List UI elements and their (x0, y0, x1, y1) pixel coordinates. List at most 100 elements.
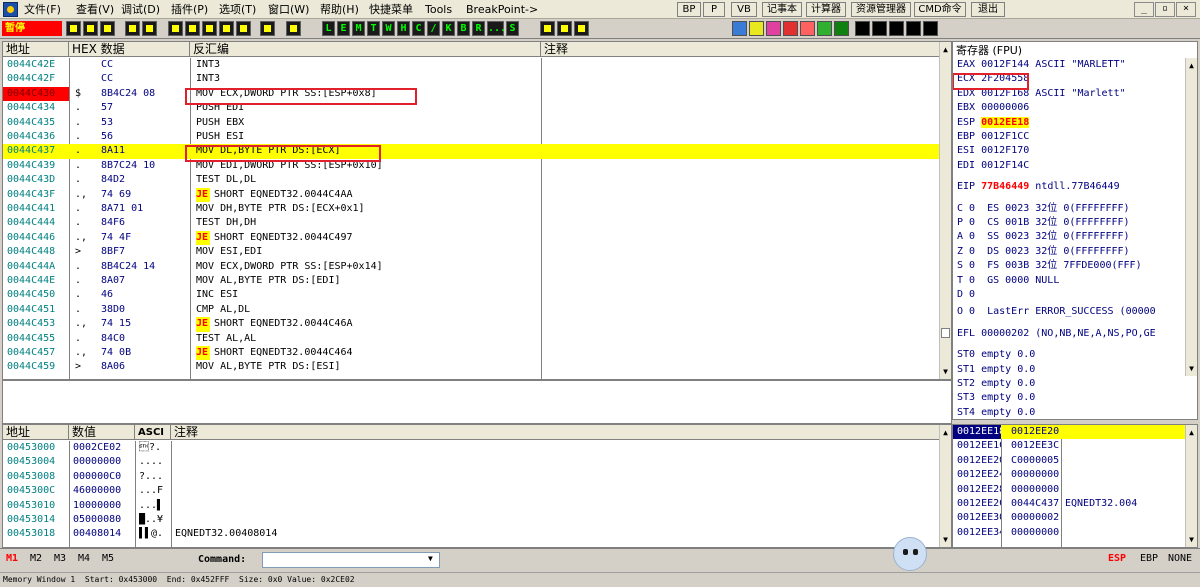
mem-column-ascii[interactable]: ASCI (135, 425, 171, 440)
scroll-down-icon[interactable]: ▼ (940, 366, 951, 377)
plugin-dkgreen-icon[interactable] (834, 21, 849, 36)
stack-scrollbar[interactable]: ▲ ▼ (1185, 425, 1197, 547)
execute-till-return-icon[interactable] (236, 21, 251, 36)
flag-row[interactable]: O 0 LastErr ERROR_SUCCESS (00000 (957, 305, 1197, 319)
stack-scroll-up-icon[interactable]: ▲ (1186, 427, 1197, 438)
pause-icon[interactable] (142, 21, 157, 36)
fpu-row[interactable]: ST2 empty 0.0 (957, 377, 1197, 391)
stack-row[interactable]: 0012EE34 00000000 (953, 526, 1185, 540)
toolbar-source-button[interactable]: S (506, 21, 519, 36)
memory-row[interactable]: 00453014 05000080 █..¥ (3, 513, 939, 527)
bp-button[interactable]: BP (677, 2, 701, 17)
calculator-button[interactable]: 计算器 (806, 2, 846, 17)
plugin-red-icon[interactable] (783, 21, 798, 36)
m2-button[interactable]: M2 (30, 553, 42, 564)
m1-button[interactable]: M1 (6, 553, 18, 564)
plugin-black1-icon[interactable] (855, 21, 870, 36)
m5-button[interactable]: M5 (102, 553, 114, 564)
plugin-black2-icon[interactable] (872, 21, 887, 36)
menu-tools[interactable]: Tools (425, 0, 452, 19)
plugin-blue-icon[interactable] (732, 21, 747, 36)
memory-row[interactable]: 00453008 000000C0?... (3, 470, 939, 484)
ebp-button[interactable]: EBP (1140, 553, 1158, 564)
menu-options[interactable]: 选项(T) (219, 0, 256, 19)
step-over-icon[interactable] (185, 21, 200, 36)
memory-row[interactable]: 00453010 10000000 ...▌ (3, 499, 939, 513)
disasm-row[interactable]: 0044C439. 8B7C24 10 MOV EDI,DWORD PTR SS:[… (3, 159, 939, 173)
menu-help[interactable]: 帮助(H) (320, 0, 359, 19)
register-eax[interactable]: EAX 0012F144 ASCII "MARLETT" (957, 58, 1197, 72)
goto-icon[interactable] (260, 21, 275, 36)
disasm-row[interactable]: 0044C450. 46 INC ESI (3, 288, 939, 302)
fpu-row[interactable]: ST0 empty 0.0 (957, 348, 1197, 362)
appearance-icon[interactable] (557, 21, 572, 36)
command-dropdown-icon[interactable]: ▼ (428, 554, 433, 563)
flag-row[interactable]: T 0 GS 0000 NULL (957, 274, 1197, 288)
toolbar-patches-button[interactable]: / (427, 21, 440, 36)
toolbar-threads-button[interactable]: T (367, 21, 380, 36)
menu-plugins[interactable]: 插件(P) (171, 0, 208, 19)
plugin-magenta-icon[interactable] (766, 21, 781, 36)
disasm-row[interactable]: 0044C451. 38D0 CMP AL,DL (3, 303, 939, 317)
menu-file[interactable]: 文件(F) (24, 0, 61, 19)
restore-icon[interactable]: ▫ (1155, 2, 1175, 17)
memory-scrollbar[interactable]: ▲ ▼ (939, 425, 951, 547)
flag-row[interactable]: P 0 CS 001B 32位 0(FFFFFFFF) (957, 216, 1197, 230)
register-value[interactable]: 0012F144 (981, 59, 1029, 70)
disasm-row[interactable]: 0044C448 >8BF7 MOV ESI,EDI (3, 245, 939, 259)
menu-breakpoint[interactable]: BreakPoint-> (466, 0, 538, 19)
stack-row[interactable]: 0012EE2C 0044C437 EQNEDT32.004 (953, 497, 1185, 511)
register-esi[interactable]: ESI 0012F170 (957, 144, 1197, 158)
disasm-row[interactable]: 0044C434. 57 PUSH EDI (3, 101, 939, 115)
disasm-row[interactable]: 0044C446., 74 4F JE SHORT EQNEDT32.0044C49… (3, 230, 939, 246)
plugin-black5-icon[interactable] (923, 21, 938, 36)
exit-button[interactable]: 退出 (971, 2, 1005, 17)
toolbar-handles-button[interactable]: H (397, 21, 410, 36)
disasm-row[interactable]: 0044C457., 74 0B JE SHORT EQNEDT32.0044C46… (3, 346, 939, 361)
rewind-icon[interactable] (83, 21, 98, 36)
menu-view[interactable]: 查看(V) (76, 0, 114, 19)
column-hex[interactable]: HEX 数据 (69, 42, 190, 57)
stack-scroll-down-icon[interactable]: ▼ (1186, 534, 1197, 545)
memory-row[interactable]: 0045300C 46000000 ...F (3, 484, 939, 498)
efl-row[interactable]: EFL 00000202 (NO,NB,NE,A,NS,PO,GE (957, 327, 1197, 341)
mem-scroll-down-icon[interactable]: ▼ (940, 534, 951, 545)
menu-quick[interactable]: 快捷菜单 (369, 0, 413, 19)
register-esp[interactable]: ESP 0012EE18 (957, 116, 1197, 130)
disasm-row[interactable]: 0044C44A. 8B4C24 14 MOV ECX,DWORD PTR SS:[… (3, 260, 939, 274)
scrollbar-thumb[interactable] (941, 328, 950, 338)
vb-button[interactable]: VB (731, 2, 757, 17)
disasm-row[interactable]: 0044C437. 8A11 MOV DL,BYTE PTR DS:[ECX] (3, 144, 939, 159)
disasm-row[interactable]: 0044C44E. 8A07 MOV AL,BYTE PTR DS:[EDI] (3, 274, 939, 288)
disasm-row[interactable]: 0044C459 >8A06 MOV AL,BYTE PTR DS:[ESI] (3, 360, 939, 374)
minimize-icon[interactable]: _ (1134, 2, 1154, 17)
run-icon[interactable] (125, 21, 140, 36)
flag-row[interactable]: Z 0 DS 0023 32位 0(FFFFFFFF) (957, 245, 1197, 259)
toolbar-callstack-button[interactable]: K (442, 21, 455, 36)
mem-column-comment[interactable]: 注释 (171, 425, 939, 440)
disasm-row[interactable]: 0044C453., 74 15 JE SHORT EQNEDT32.0044C46… (3, 317, 939, 332)
disasm-row[interactable]: 0044C42E CC INT3 (3, 58, 939, 72)
step-into-icon[interactable] (168, 21, 183, 36)
fpu-row[interactable]: ST3 empty 0.0 (957, 391, 1197, 405)
toolbar-cpu-button[interactable]: C (412, 21, 425, 36)
fpu-row[interactable]: ST1 empty 0.0 (957, 363, 1197, 377)
toolbar-runtrace-button[interactable]: ... (487, 21, 506, 36)
explorer-button[interactable]: 资源管理器 (851, 2, 911, 17)
stack-row[interactable]: 0012EE28 00000000 (953, 483, 1185, 497)
trace-into-icon[interactable] (202, 21, 217, 36)
disasm-row[interactable]: 0044C43D. 84D2 TEST DL,DL (3, 173, 939, 187)
register-value[interactable]: 0012F1CC (981, 131, 1029, 142)
disassembly-scrollbar[interactable]: ▲ ▼ (939, 42, 951, 379)
close-process-icon[interactable] (100, 21, 115, 36)
memory-row[interactable]: 00453004 00000000.... (3, 455, 939, 469)
disasm-row[interactable]: 0044C441. 8A71 01 MOV DH,BYTE PTR DS:[ECX+… (3, 202, 939, 216)
disasm-row[interactable]: 0044C430 $8B4C24 08 MOV ECX,DWORD PTR SS:[… (3, 86, 939, 102)
open-icon[interactable] (66, 21, 81, 36)
register-ebp[interactable]: EBP 0012F1CC (957, 130, 1197, 144)
column-address[interactable]: 地址 (3, 42, 69, 57)
register-value[interactable]: 0012F170 (981, 145, 1029, 156)
flag-row[interactable]: S 0 FS 003B 32位 7FFDE000(FFF) (957, 259, 1197, 273)
flag-row[interactable]: D 0 (957, 288, 1197, 302)
stack-row[interactable]: 0012EE20 C0000005 (953, 454, 1185, 468)
